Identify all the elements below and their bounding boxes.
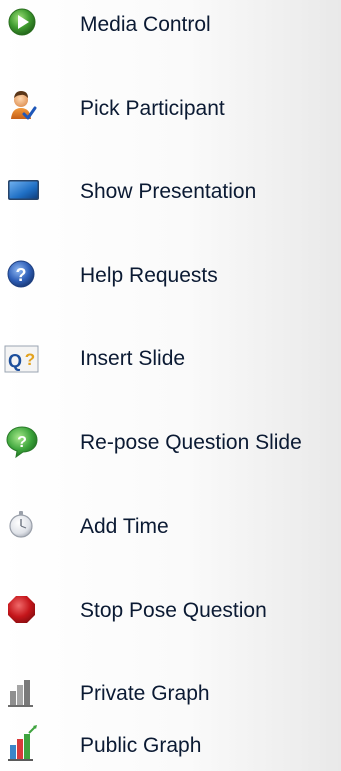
- svg-text:?: ?: [17, 434, 27, 451]
- participant-icon: [2, 84, 42, 134]
- presentation-icon: [2, 167, 42, 217]
- menu-item-repose-question-slide[interactable]: ? Re-pose Question Slide: [0, 418, 341, 468]
- help-icon: ?: [2, 251, 42, 301]
- menu-item-private-graph[interactable]: Private Graph: [0, 669, 341, 719]
- menu-item-label: Show Presentation: [80, 180, 257, 203]
- public-graph-icon: [2, 721, 42, 771]
- menu-item-label: Stop Pose Question: [80, 599, 267, 622]
- menu-item-add-time[interactable]: Add Time: [0, 502, 341, 552]
- menu-item-label: Re-pose Question Slide: [80, 431, 302, 454]
- svg-text:?: ?: [25, 350, 35, 369]
- svg-text:?: ?: [16, 265, 27, 285]
- repose-question-icon: ?: [2, 418, 42, 468]
- menu-item-insert-slide[interactable]: Q ? Insert Slide: [0, 334, 341, 384]
- menu-item-media-control[interactable]: Media Control: [0, 0, 341, 50]
- menu-item-label: Private Graph: [80, 682, 210, 705]
- menu-item-show-presentation[interactable]: Show Presentation: [0, 167, 341, 217]
- menu-item-help-requests[interactable]: ? Help Requests: [0, 251, 341, 301]
- menu-item-label: Insert Slide: [80, 347, 186, 370]
- stopwatch-icon: [2, 502, 42, 552]
- menu-item-stop-pose-question[interactable]: Stop Pose Question: [0, 586, 341, 636]
- insert-slide-icon: Q ?: [2, 334, 42, 384]
- svg-text:Q: Q: [8, 351, 22, 371]
- menu-item-label: Public Graph: [80, 734, 202, 757]
- menu-item-public-graph[interactable]: Public Graph: [0, 721, 341, 771]
- menu-item-label: Add Time: [80, 515, 169, 538]
- menu-item-pick-participant[interactable]: Pick Participant: [0, 84, 341, 134]
- play-icon: [2, 0, 42, 50]
- menu-item-label: Help Requests: [80, 264, 218, 287]
- command-menu: Media Control Pick Participant Show Pres…: [0, 0, 341, 771]
- stop-icon: [2, 586, 42, 636]
- menu-item-label: Media Control: [80, 13, 211, 36]
- private-graph-icon: [2, 669, 42, 719]
- menu-item-label: Pick Participant: [80, 97, 225, 120]
